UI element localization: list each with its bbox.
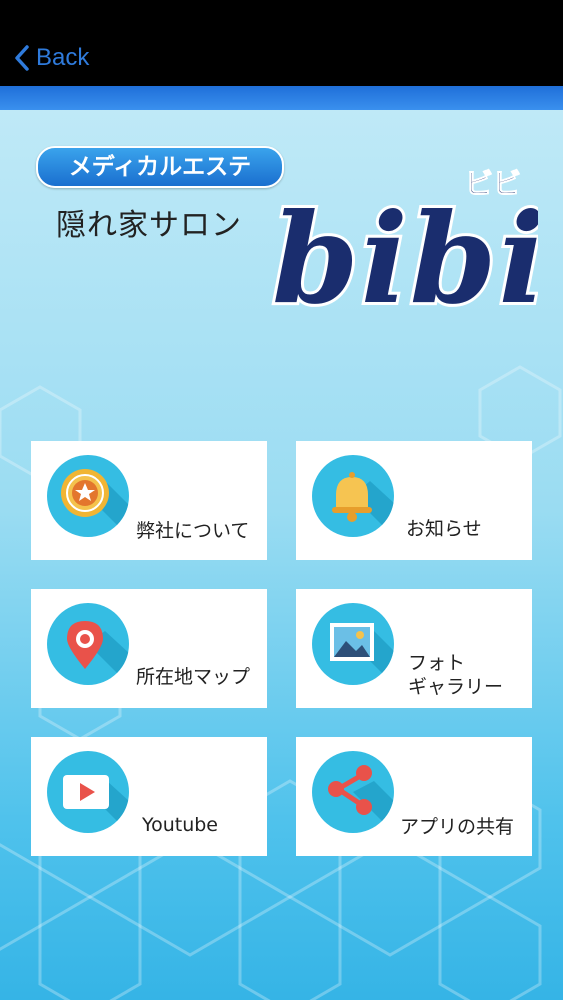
menu-item-share[interactable]: アプリの共有 — [296, 737, 532, 856]
logo-kana: ビビ — [464, 167, 522, 201]
share-icon — [312, 751, 394, 833]
header-bar — [0, 86, 563, 110]
logo-subtitle: 隠れ家サロン — [56, 208, 242, 243]
back-button[interactable]: Back — [14, 38, 89, 78]
main-area: メディカルエステ 隠れ家サロン bibi ビビ 弊社について お知らせ 所在地マ… — [0, 110, 563, 1000]
photo-gallery-icon — [312, 603, 394, 685]
menu-label-map: 所在地マップ — [136, 666, 251, 688]
menu-item-about[interactable]: 弊社について — [31, 441, 267, 560]
menu-item-news[interactable]: お知らせ — [296, 441, 532, 560]
bell-icon — [312, 455, 394, 537]
menu-label-photo-gallery: フォト ギャラリー — [408, 652, 504, 698]
menu-label-youtube: Youtube — [142, 814, 218, 836]
star-medal-icon — [47, 455, 129, 537]
map-pin-icon — [47, 603, 129, 685]
back-label: Back — [36, 44, 90, 71]
menu-item-photo-gallery[interactable]: フォト ギャラリー — [296, 589, 532, 708]
chevron-left-icon — [15, 45, 29, 71]
youtube-play-icon — [47, 751, 129, 833]
svg-text:bibi: bibi — [272, 187, 538, 324]
menu-item-map[interactable]: 所在地マップ — [31, 589, 267, 708]
menu-label-news: お知らせ — [406, 518, 482, 540]
navigation-bar: Back — [0, 0, 563, 86]
menu-item-youtube[interactable]: Youtube — [31, 737, 267, 856]
menu-label-share: アプリの共有 — [400, 816, 515, 838]
logo-pill: メディカルエステ — [36, 146, 284, 188]
menu-label-about: 弊社について — [136, 520, 250, 542]
